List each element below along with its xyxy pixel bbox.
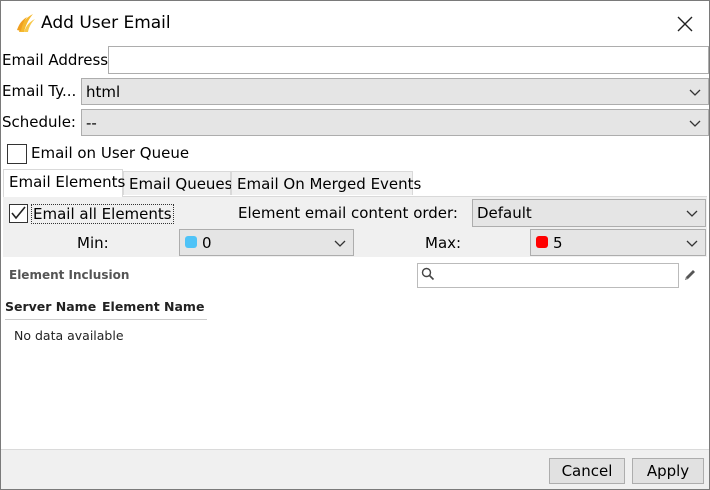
- email-type-select[interactable]: html: [81, 78, 709, 105]
- content-order-select[interactable]: Default: [472, 199, 706, 227]
- cancel-button[interactable]: Cancel: [549, 458, 625, 484]
- chevron-down-icon: [689, 89, 701, 96]
- chevron-down-icon: [686, 210, 698, 217]
- chevron-down-icon: [686, 240, 698, 247]
- email-type-value: html: [86, 83, 121, 101]
- min-value: 0: [202, 234, 212, 252]
- email-address-input[interactable]: [108, 46, 709, 74]
- max-value: 5: [553, 234, 563, 252]
- chevron-down-icon: [689, 120, 701, 127]
- table-header-divider: [5, 319, 207, 320]
- schedule-label: Schedule:: [2, 113, 76, 131]
- min-priority-select[interactable]: 0: [179, 229, 354, 256]
- dialog-footer: Cancel Apply: [1, 449, 709, 489]
- schedule-value: --: [86, 114, 97, 132]
- window-title: Add User Email: [41, 13, 171, 33]
- element-inclusion-title: Element Inclusion: [9, 268, 130, 282]
- close-button[interactable]: [665, 9, 705, 39]
- min-color-swatch: [185, 236, 197, 248]
- pencil-icon[interactable]: [683, 268, 697, 282]
- tab-bar: Email Elements Email Queues Email On Mer…: [3, 169, 707, 197]
- max-priority-select[interactable]: 5: [530, 229, 706, 256]
- search-icon: [421, 267, 435, 281]
- email-on-user-queue-checkbox[interactable]: [7, 144, 27, 164]
- email-type-label: Email Ty...: [2, 82, 77, 100]
- tab-email-elements[interactable]: Email Elements: [3, 169, 125, 197]
- close-icon: [677, 16, 693, 32]
- chevron-down-icon: [334, 240, 346, 247]
- apply-button[interactable]: Apply: [632, 458, 704, 484]
- app-logo-icon: [17, 14, 35, 32]
- min-label: Min:: [77, 234, 109, 252]
- add-user-email-dialog: Add User Email Email Address: Email Ty..…: [0, 0, 710, 490]
- tab-email-on-merged-events[interactable]: Email On Merged Events: [231, 171, 421, 195]
- tab-email-queues[interactable]: Email Queues: [123, 171, 232, 195]
- email-on-user-queue-label: Email on User Queue: [31, 144, 190, 162]
- column-header-element-name[interactable]: Element Name: [102, 299, 204, 314]
- checkmark-icon: [11, 206, 26, 220]
- max-color-swatch: [536, 236, 548, 248]
- element-search-input[interactable]: [417, 263, 679, 288]
- content-order-value: Default: [477, 204, 532, 222]
- schedule-select[interactable]: --: [81, 109, 709, 136]
- email-address-label: Email Address:: [2, 51, 114, 69]
- empty-table-message: No data available: [14, 328, 124, 343]
- column-header-server-name[interactable]: Server Name: [5, 299, 96, 314]
- email-all-elements-checkbox[interactable]: [9, 204, 28, 223]
- content-order-label: Element email content order:: [238, 204, 458, 222]
- email-all-elements-label: Email all Elements: [31, 204, 174, 224]
- title-bar: Add User Email: [1, 1, 709, 45]
- max-label: Max:: [425, 234, 462, 252]
